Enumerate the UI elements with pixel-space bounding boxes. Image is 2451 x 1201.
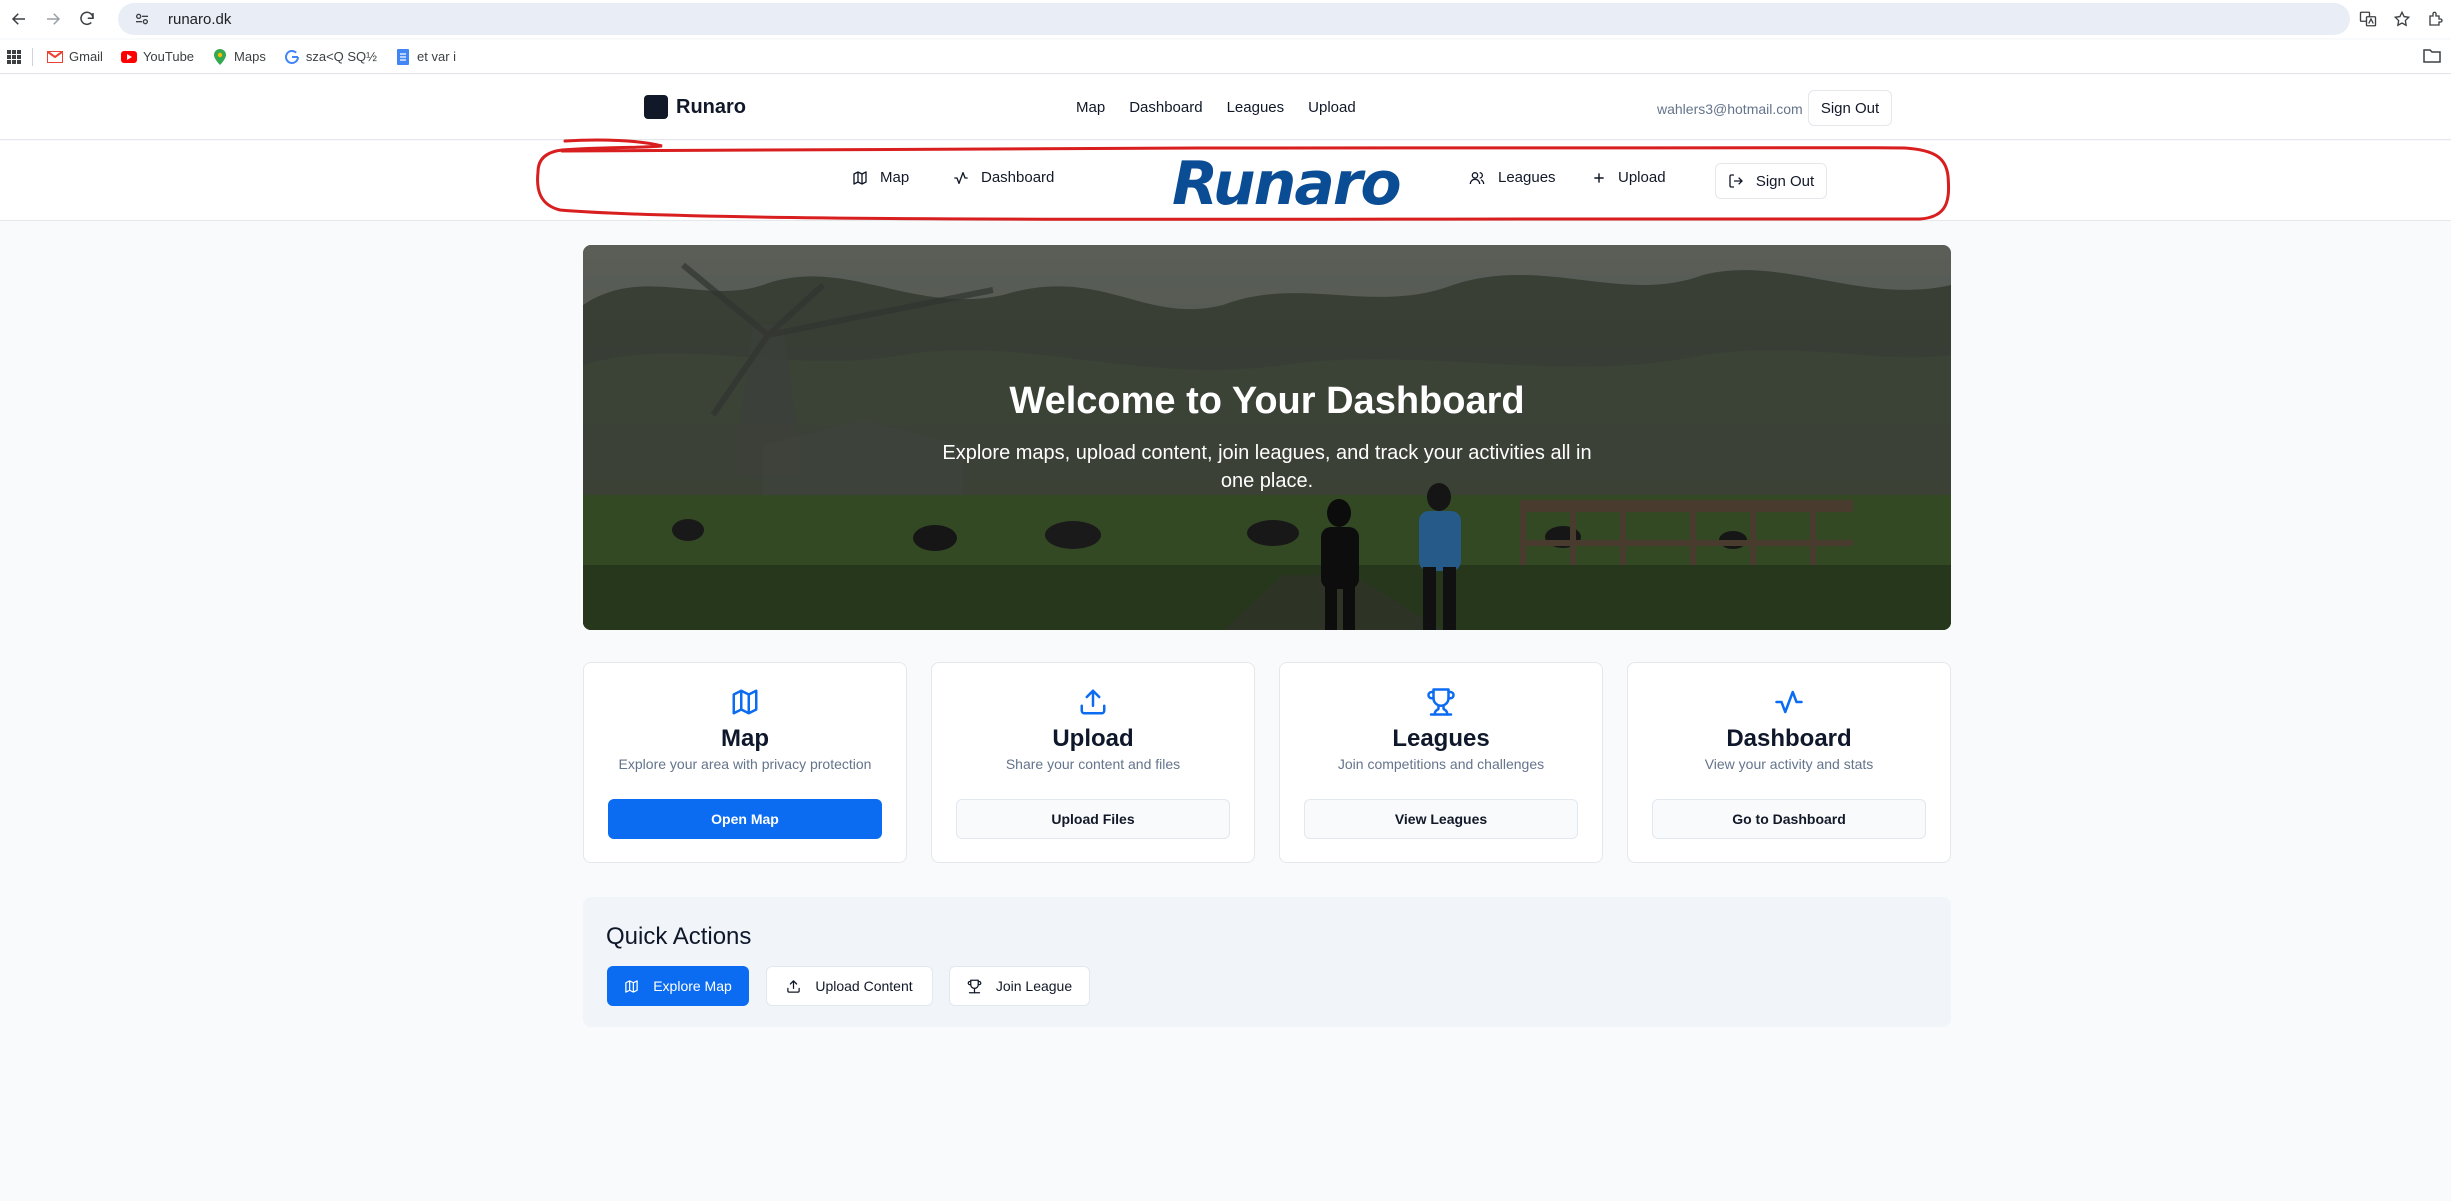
card-leagues: Leagues Join competitions and challenges… xyxy=(1279,662,1603,863)
log-out-icon xyxy=(1729,174,1743,188)
nav-item-dashboard[interactable]: Dashboard xyxy=(953,169,1054,186)
trophy-icon xyxy=(1427,688,1455,716)
bookmark-gmail[interactable]: Gmail xyxy=(47,49,103,65)
header-sign-out-button[interactable]: Sign Out xyxy=(1808,90,1892,126)
activity-icon xyxy=(954,171,968,184)
youtube-icon xyxy=(120,49,137,65)
map-icon xyxy=(625,979,638,993)
open-map-button[interactable]: Open Map xyxy=(608,799,882,839)
map-icon xyxy=(853,170,867,185)
users-icon xyxy=(1469,171,1485,184)
site-settings-icon[interactable] xyxy=(134,9,154,29)
card-title: Dashboard xyxy=(1726,725,1852,752)
explore-map-button[interactable]: Explore Map xyxy=(607,966,749,1006)
card-description: Join competitions and challenges xyxy=(1337,756,1545,772)
view-leagues-button[interactable]: View Leagues xyxy=(1304,799,1578,839)
card-title: Leagues xyxy=(1392,725,1490,752)
maps-pin-icon xyxy=(212,48,228,65)
bookmark-google[interactable]: sza<Q SQ½ xyxy=(284,49,377,65)
quick-actions-title: Quick Actions xyxy=(606,923,752,950)
hero-subtitle: Explore maps, upload content, join leagu… xyxy=(942,442,1592,492)
join-league-button[interactable]: Join League xyxy=(949,966,1090,1006)
google-icon xyxy=(284,49,300,65)
bookmark-star-icon[interactable] xyxy=(2387,4,2417,34)
hero-title: Welcome to Your Dashboard xyxy=(1009,380,1525,422)
nav-sign-out-button[interactable]: Sign Out xyxy=(1715,163,1827,199)
upload-content-button[interactable]: Upload Content xyxy=(766,966,933,1006)
card-title: Map xyxy=(721,725,769,752)
forward-arrow-icon[interactable] xyxy=(38,4,68,34)
bookmark-youtube[interactable]: YouTube xyxy=(120,49,194,65)
extensions-icon[interactable] xyxy=(2421,4,2451,34)
translate-icon[interactable] xyxy=(2353,4,2383,34)
address-bar[interactable]: runaro.dk xyxy=(118,3,2350,35)
go-to-dashboard-button[interactable]: Go to Dashboard xyxy=(1652,799,1926,839)
nav-item-map[interactable]: Map xyxy=(852,169,909,186)
bookmarks-bar: Gmail YouTube Maps sza<Q SQ½ et var i xyxy=(0,40,2451,74)
nav-item-upload[interactable]: Upload xyxy=(1592,169,1666,186)
trophy-icon xyxy=(967,979,982,993)
activity-icon xyxy=(1775,690,1803,714)
header-link-map[interactable]: Map xyxy=(1076,99,1105,116)
hero-banner: Welcome to Your Dashboard Explore maps, … xyxy=(583,245,1951,630)
card-upload: Upload Share your content and files Uplo… xyxy=(931,662,1255,863)
bookmark-doc[interactable]: et var i xyxy=(395,48,456,65)
brand-square-icon xyxy=(644,95,668,119)
brand-logo[interactable]: Runaro xyxy=(644,95,746,119)
card-map: Map Explore your area with privacy prote… xyxy=(583,662,907,863)
header-nav: Map Dashboard Leagues Upload xyxy=(1076,99,1380,116)
user-email: wahlers3@hotmail.com xyxy=(1657,101,1803,117)
apps-grid-icon[interactable] xyxy=(6,49,22,65)
header-link-dashboard[interactable]: Dashboard xyxy=(1129,99,1202,116)
gmail-icon xyxy=(47,49,63,65)
plus-icon xyxy=(1594,172,1604,183)
reload-icon[interactable] xyxy=(72,4,102,34)
quick-actions-panel: Quick Actions Explore Map Upload Content… xyxy=(583,897,1951,1027)
secondary-nav: Map Dashboard Runaro Leagues Upload Sign… xyxy=(0,141,2451,221)
map-icon xyxy=(732,689,758,715)
folder-icon[interactable] xyxy=(2423,48,2441,67)
back-arrow-icon[interactable] xyxy=(4,4,34,34)
bookmark-maps[interactable]: Maps xyxy=(212,48,266,65)
browser-toolbar: runaro.dk xyxy=(0,0,2451,38)
url-text[interactable]: runaro.dk xyxy=(168,11,231,28)
upload-icon xyxy=(787,979,801,993)
card-dashboard: Dashboard View your activity and stats G… xyxy=(1627,662,1951,863)
runaro-logo[interactable]: Runaro xyxy=(1172,149,1402,219)
upload-files-button[interactable]: Upload Files xyxy=(956,799,1230,839)
card-title: Upload xyxy=(1052,725,1134,752)
site-header: Runaro Map Dashboard Leagues Upload wahl… xyxy=(0,75,2451,140)
header-link-leagues[interactable]: Leagues xyxy=(1227,99,1285,116)
header-link-upload[interactable]: Upload xyxy=(1308,99,1356,116)
upload-icon xyxy=(1080,689,1106,715)
card-description: View your activity and stats xyxy=(1704,756,1874,772)
nav-item-leagues[interactable]: Leagues xyxy=(1468,169,1556,186)
card-description: Explore your area with privacy protectio… xyxy=(618,756,872,772)
card-description: Share your content and files xyxy=(1005,756,1181,772)
docs-icon xyxy=(395,48,411,65)
